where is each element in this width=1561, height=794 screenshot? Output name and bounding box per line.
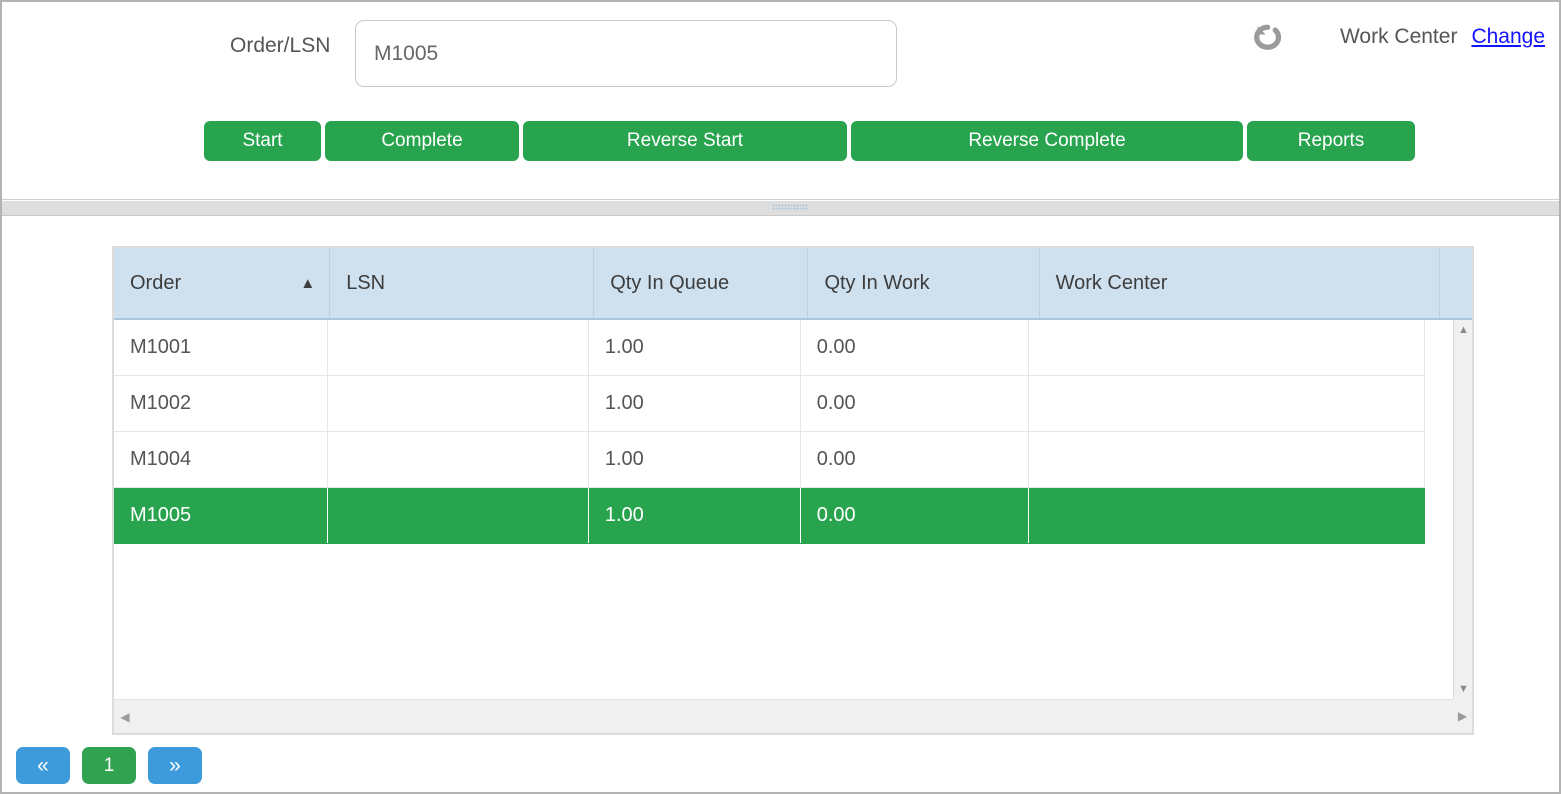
grid-cell-qty_work: 0.00 <box>801 320 1030 375</box>
grid-cell-lsn <box>328 488 589 543</box>
table-row[interactable]: M1001 1.00 0.00 <box>114 320 1425 376</box>
last-page-button[interactable]: » <box>148 747 202 784</box>
grid-cell-order: M1002 <box>114 376 328 431</box>
grid-header-label: Qty In Queue <box>610 271 730 294</box>
grid-header-label: LSN <box>346 271 386 294</box>
grid-cell-qty_work: 0.00 <box>801 432 1030 487</box>
order-lsn-label: Order/LSN <box>230 34 331 57</box>
grid-cell-work_center <box>1029 432 1425 487</box>
sort-ascending-icon: ▲ <box>300 274 316 292</box>
grid-cell-order: M1001 <box>114 320 328 375</box>
scroll-down-icon[interactable]: ▼ <box>1454 680 1473 698</box>
grid-cell-qty_work: 0.00 <box>801 376 1030 431</box>
grid-cell-lsn <box>328 376 589 431</box>
grid-header-cell-lsn[interactable]: LSN <box>330 248 595 318</box>
table-row[interactable]: M1002 1.00 0.00 <box>114 376 1425 432</box>
reports-button[interactable]: Reports <box>1247 121 1415 161</box>
grid-cell-order: M1004 <box>114 432 328 487</box>
top-panel: Order/LSN Work Center Change Start Compl… <box>2 2 1559 200</box>
start-button[interactable]: Start <box>204 121 321 161</box>
grid-header-label: Work Center <box>1055 271 1168 294</box>
order-lsn-input[interactable] <box>355 20 897 87</box>
grid-header-cell-qty_work[interactable]: Qty In Work <box>808 248 1040 318</box>
first-page-button[interactable]: « <box>16 747 70 784</box>
current-page-button[interactable]: 1 <box>82 747 136 784</box>
reverse-complete-button[interactable]: Reverse Complete <box>851 121 1243 161</box>
order-lsn-row: Order/LSN <box>2 20 962 90</box>
application-frame: Order/LSN Work Center Change Start Compl… <box>0 0 1561 794</box>
grid-body: M1001 1.00 0.00 M1002 1.00 0.00 M1004 1.00 0.00 M… <box>114 320 1425 699</box>
scroll-right-icon[interactable]: ▶ <box>1453 699 1472 733</box>
grid-header-cell-order[interactable]: Order ▲ <box>114 248 331 318</box>
change-work-center-link[interactable]: Change <box>1471 25 1545 49</box>
work-center-area: Work Center Change <box>1250 20 1545 54</box>
grid-cell-work_center <box>1029 320 1425 375</box>
grid-cell-lsn <box>328 432 589 487</box>
pagination-controls: « 1 » <box>16 747 202 784</box>
reverse-start-button[interactable]: Reverse Start <box>523 121 847 161</box>
grid-cell-order: M1005 <box>114 488 328 543</box>
grid-vertical-scrollbar[interactable]: ▲ ▼ <box>1453 320 1472 699</box>
table-row[interactable]: M1005 1.00 0.00 <box>114 488 1425 544</box>
scroll-up-icon[interactable]: ▲ <box>1454 321 1473 339</box>
scroll-left-icon[interactable]: ◀ <box>116 700 134 734</box>
grid-cell-lsn <box>328 320 589 375</box>
orders-grid: Order ▲ LSN Qty In Queue Qty In Work Work Cen… <box>112 246 1474 735</box>
grid-cell-qty_work: 0.00 <box>801 488 1030 543</box>
grid-cell-qty_queue: 1.00 <box>589 376 801 431</box>
grid-cell-qty_queue: 1.00 <box>589 432 801 487</box>
grid-header-label: Qty In Work <box>824 271 930 294</box>
splitter-grip-icon[interactable] <box>772 204 808 211</box>
grid-cell-qty_queue: 1.00 <box>589 320 801 375</box>
grid-header-cell-qty_queue[interactable]: Qty In Queue <box>594 248 809 318</box>
grid-cell-work_center <box>1029 488 1425 543</box>
grid-header-label: Order <box>130 271 182 294</box>
complete-button[interactable]: Complete <box>325 121 519 161</box>
action-button-group: Start Complete Reverse Start Reverse Com… <box>204 121 1415 161</box>
grid-header-row: Order ▲ LSN Qty In Queue Qty In Work Work Cen… <box>114 248 1472 320</box>
panel-splitter[interactable] <box>2 201 1559 216</box>
table-row[interactable]: M1004 1.00 0.00 <box>114 432 1425 488</box>
grid-header-cell-spacer[interactable] <box>1440 248 1472 318</box>
work-center-label: Work Center <box>1339 25 1458 48</box>
grid-horizontal-scrollbar[interactable]: ◀ <box>114 699 1453 733</box>
grid-cell-work_center <box>1029 376 1425 431</box>
grid-cell-qty_queue: 1.00 <box>589 488 801 543</box>
grid-header-cell-work_center[interactable]: Work Center <box>1040 248 1440 318</box>
undo-arrow-icon[interactable] <box>1250 20 1284 54</box>
